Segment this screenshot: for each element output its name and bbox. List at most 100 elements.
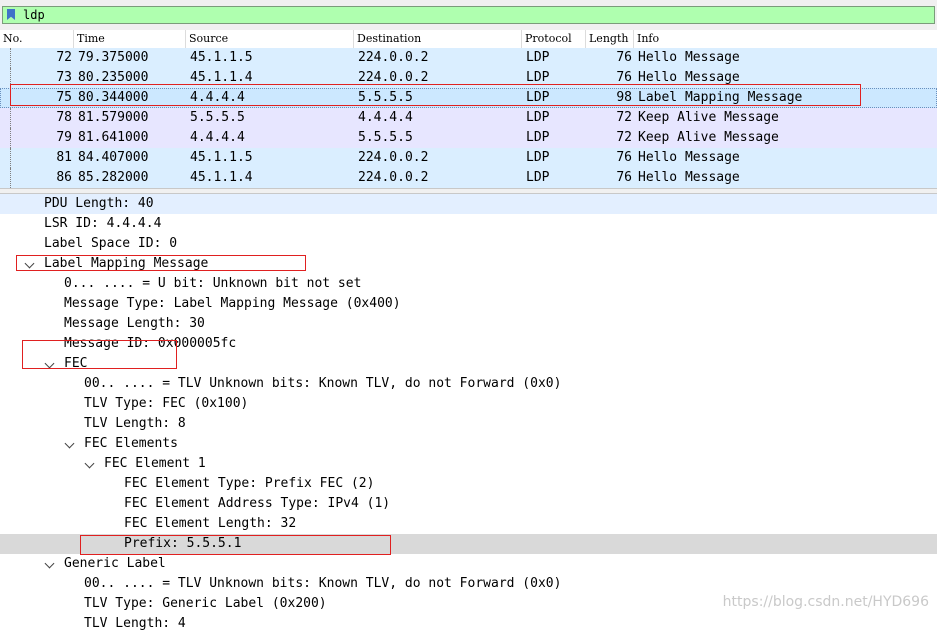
tree-node[interactable]: PDU Length: 40	[0, 194, 937, 214]
tree-node-label: TLV Length: 4	[84, 616, 186, 631]
cell-destination: 224.0.0.2	[358, 170, 429, 185]
cell-length: 98	[616, 90, 632, 105]
cell-protocol: LDP	[526, 110, 550, 125]
tree-node[interactable]: 00.. .... = TLV Unknown bits: Known TLV,…	[0, 574, 937, 594]
bookmark-icon[interactable]	[7, 9, 15, 20]
cell-info: Keep Alive Message	[638, 130, 779, 145]
column-header-source[interactable]: Source	[186, 30, 354, 48]
cell-source: 5.5.5.5	[190, 110, 245, 125]
cell-no: 81	[56, 150, 72, 165]
tree-node[interactable]: Prefix: 5.5.5.1	[0, 534, 937, 554]
cell-info: Hello Message	[638, 70, 740, 85]
cell-source: 45.1.1.5	[190, 150, 253, 165]
tree-node-label: Prefix: 5.5.5.1	[124, 536, 242, 551]
tree-node-label: 00.. .... = TLV Unknown bits: Known TLV,…	[84, 576, 562, 591]
tree-node[interactable]: Message Length: 30	[0, 314, 937, 334]
chevron-down-icon[interactable]	[24, 258, 35, 269]
cell-time: 81.579000	[78, 110, 149, 125]
tree-node[interactable]: Message ID: 0x000005fc	[0, 334, 937, 354]
packet-details-tree: PDU Length: 40 LSR ID: 4.4.4.4 Label Space…	[0, 194, 937, 631]
display-filter-input[interactable]: ldp	[2, 6, 935, 24]
cell-source: 4.4.4.4	[190, 90, 245, 105]
tree-node-label: Message ID: 0x000005fc	[64, 336, 237, 351]
column-header-info[interactable]: Info	[634, 30, 937, 48]
tree-node[interactable]: 00.. .... = TLV Unknown bits: Known TLV,…	[0, 374, 937, 394]
tree-node[interactable]: Label Space ID: 0	[0, 234, 937, 254]
tree-node-label: Message Type: Label Mapping Message (0x4…	[64, 296, 401, 311]
column-header-time[interactable]: Time	[74, 30, 186, 48]
cell-destination: 224.0.0.2	[358, 50, 429, 65]
cell-info: Keep Alive Message	[638, 110, 779, 125]
tree-node-label: FEC Element 1	[104, 456, 206, 471]
column-header-destination[interactable]: Destination	[354, 30, 522, 48]
tree-node-expandable[interactable]: FEC Elements	[0, 434, 937, 454]
cell-source: 45.1.1.4	[190, 170, 253, 185]
tree-node[interactable]: TLV Length: 8	[0, 414, 937, 434]
cell-length: 76	[616, 170, 632, 185]
column-header-protocol[interactable]: Protocol	[522, 30, 586, 48]
tree-node-label: TLV Type: FEC (0x100)	[84, 396, 249, 411]
packet-row[interactable]: 86 85.282000 45.1.1.4 224.0.0.2 LDP 76 Hello M…	[0, 168, 937, 188]
tree-node-expandable[interactable]: Label Mapping Message	[0, 254, 937, 274]
tree-node-expandable[interactable]: Generic Label	[0, 554, 937, 574]
cell-length: 72	[616, 130, 632, 145]
chevron-down-icon[interactable]	[84, 458, 95, 469]
cell-protocol: LDP	[526, 170, 550, 185]
cell-no: 78	[56, 110, 72, 125]
tree-node[interactable]: LSR ID: 4.4.4.4	[0, 214, 937, 234]
cell-length: 72	[616, 110, 632, 125]
cell-no: 86	[56, 170, 72, 185]
packet-row[interactable]: 78 81.579000 5.5.5.5 4.4.4.4 LDP 72 Keep Alive…	[0, 108, 937, 128]
tree-node-label: Message Length: 30	[64, 316, 205, 331]
tree-node-label: Label Mapping Message	[44, 256, 209, 271]
chevron-down-icon[interactable]	[44, 558, 55, 569]
display-filter-bar: ldp	[0, 0, 937, 30]
tree-node[interactable]: FEC Element Type: Prefix FEC (2)	[0, 474, 937, 494]
cell-protocol: LDP	[526, 90, 550, 105]
packet-row-selected[interactable]: 75 80.344000 4.4.4.4 5.5.5.5 LDP 98 Label Mapp…	[0, 88, 937, 108]
packet-row[interactable]: 73 80.235000 45.1.1.4 224.0.0.2 LDP 76 Hello M…	[0, 68, 937, 88]
cell-time: 80.344000	[78, 90, 149, 105]
cell-info: Hello Message	[638, 50, 740, 65]
filter-text[interactable]: ldp	[23, 8, 45, 23]
cell-destination: 224.0.0.2	[358, 70, 429, 85]
cell-no: 75	[56, 90, 72, 105]
cell-info: Hello Message	[638, 150, 740, 165]
packet-row[interactable]: 72 79.375000 45.1.1.5 224.0.0.2 LDP 76 Hello M…	[0, 48, 937, 68]
cell-info: Label Mapping Message	[638, 90, 803, 105]
tree-node-label: Generic Label	[64, 556, 166, 571]
tree-node-label: Label Space ID: 0	[44, 236, 178, 251]
tree-node[interactable]: TLV Length: 4	[0, 614, 937, 634]
tree-node-label: FEC Elements	[84, 436, 178, 451]
cell-time: 85.282000	[78, 170, 149, 185]
tree-node-label: FEC Element Type: Prefix FEC (2)	[124, 476, 375, 491]
column-header-length[interactable]: Length	[586, 30, 634, 48]
cell-info: Hello Message	[638, 170, 740, 185]
cell-no: 72	[56, 50, 72, 65]
tree-node-label: 00.. .... = TLV Unknown bits: Known TLV,…	[84, 376, 562, 391]
tree-node-label: TLV Length: 8	[84, 416, 186, 431]
cell-no: 73	[56, 70, 72, 85]
tree-node-label: FEC Element Length: 32	[124, 516, 297, 531]
tree-node-expandable[interactable]: FEC	[0, 354, 937, 374]
tree-node-label: FEC Element Address Type: IPv4 (1)	[124, 496, 391, 511]
cell-time: 84.407000	[78, 150, 149, 165]
packet-row[interactable]: 81 84.407000 45.1.1.5 224.0.0.2 LDP 76 Hello M…	[0, 148, 937, 168]
packet-list: No. Time Source Destination Protocol Len…	[0, 30, 937, 188]
cell-time: 81.641000	[78, 130, 149, 145]
cell-no: 79	[56, 130, 72, 145]
cell-protocol: LDP	[526, 150, 550, 165]
tree-node[interactable]: TLV Type: FEC (0x100)	[0, 394, 937, 414]
chevron-down-icon[interactable]	[44, 358, 55, 369]
tree-node-label: 0... .... = U bit: Unknown bit not set	[64, 276, 362, 291]
tree-node[interactable]: 0... .... = U bit: Unknown bit not set	[0, 274, 937, 294]
cell-source: 4.4.4.4	[190, 130, 245, 145]
packet-list-header: No. Time Source Destination Protocol Len…	[0, 30, 937, 49]
tree-node-expandable[interactable]: FEC Element 1	[0, 454, 937, 474]
column-header-no[interactable]: No.	[0, 30, 74, 48]
tree-node[interactable]: FEC Element Length: 32	[0, 514, 937, 534]
tree-node[interactable]: Message Type: Label Mapping Message (0x4…	[0, 294, 937, 314]
tree-node[interactable]: FEC Element Address Type: IPv4 (1)	[0, 494, 937, 514]
chevron-down-icon[interactable]	[64, 438, 75, 449]
packet-row[interactable]: 79 81.641000 4.4.4.4 5.5.5.5 LDP 72 Keep Alive…	[0, 128, 937, 148]
